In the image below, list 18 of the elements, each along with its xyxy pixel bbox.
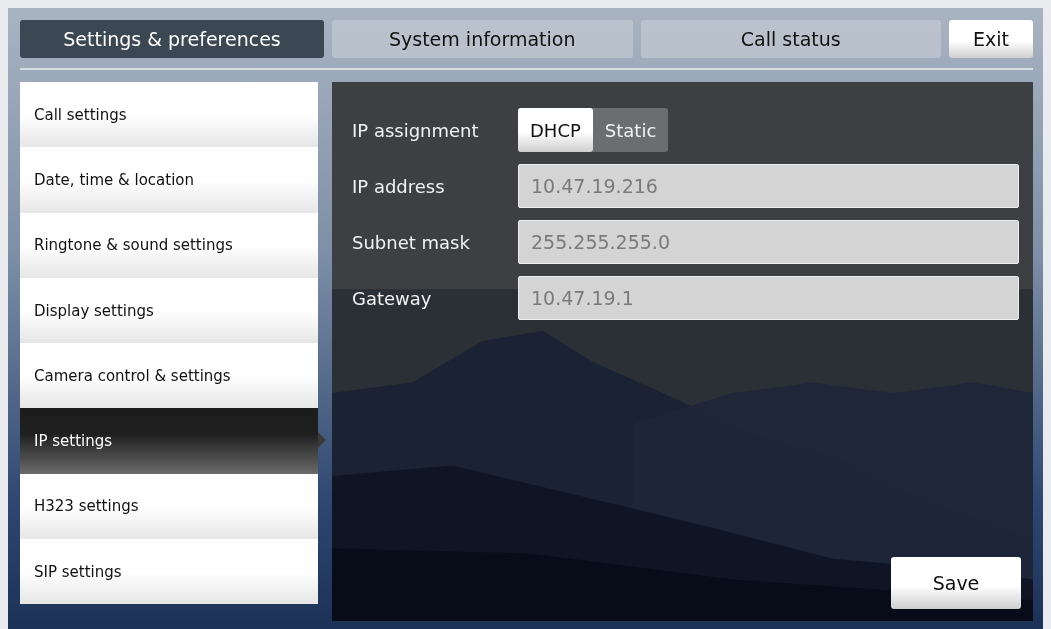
save-button[interactable]: Save (891, 557, 1021, 609)
sidebar-item[interactable]: Camera control & settings (20, 343, 318, 409)
sidebar-item[interactable]: H323 settings (20, 473, 318, 540)
field-label: IP address (352, 175, 446, 197)
sidebar-item[interactable]: Call settings (20, 82, 318, 148)
tab[interactable]: System information (332, 20, 633, 58)
field-label: Gateway (352, 287, 433, 309)
field-label: IP assignment (352, 119, 480, 141)
segment-option[interactable]: DHCP (518, 108, 593, 152)
sidebar-item[interactable]: Ringtone & sound settings (20, 212, 318, 278)
tab[interactable]: Settings & preferences (20, 20, 324, 58)
field-label: Subnet mask (352, 231, 471, 253)
sidebar-item[interactable]: Date, time & location (20, 147, 318, 213)
exit-button[interactable]: Exit (949, 20, 1033, 58)
segment-option[interactable]: Static (592, 108, 669, 152)
sidebar-item[interactable]: SIP settings (20, 539, 318, 605)
sidebar-item[interactable]: Display settings (20, 277, 318, 344)
tab[interactable]: Call status (640, 20, 941, 58)
